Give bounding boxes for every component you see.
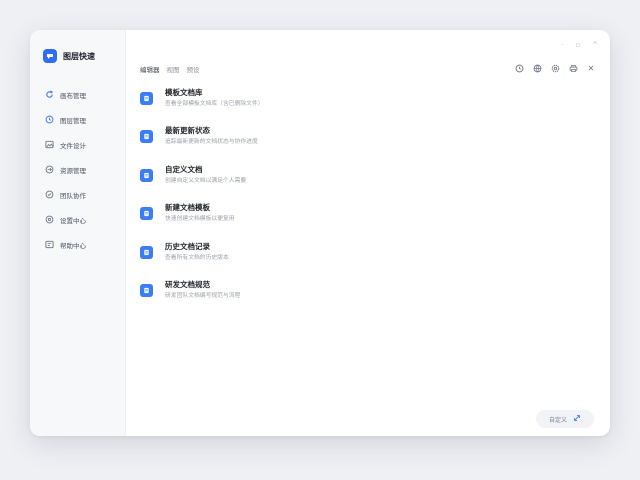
list-item[interactable]: 最新更新状态 追踪最新更新的文档状态与协作进度 bbox=[140, 126, 320, 164]
list-item[interactable]: 研发文档规范 研发团队文档编写规范与流程 bbox=[140, 280, 320, 318]
list-item-title: 模板文档库 bbox=[165, 88, 203, 97]
list-item-title: 历史文档记录 bbox=[165, 241, 210, 251]
close-icon[interactable]: ✕ bbox=[586, 63, 596, 73]
sidebar-item-files[interactable]: 文件设计 bbox=[45, 132, 86, 157]
help-icon bbox=[45, 240, 54, 249]
brand: 图层快速 bbox=[43, 49, 95, 63]
check-circle-icon bbox=[45, 190, 54, 199]
sidebar-item-label: 资源管理 bbox=[60, 166, 86, 175]
file-icon bbox=[140, 207, 153, 221]
list-item-subtitle: 查看所有文档的历史版本 bbox=[165, 254, 229, 261]
list-item[interactable]: 历史文档记录 查看所有文档的历史版本 bbox=[140, 242, 320, 280]
expand-icon bbox=[573, 414, 581, 424]
sidebar: 图层快速 画布管理 图层管理 文件设计 资源管理 团队协作 设置中心 帮助中心 bbox=[30, 30, 126, 436]
list-item-title: 新建文档模板 bbox=[165, 203, 210, 213]
sidebar-item-label: 帮助中心 bbox=[60, 241, 86, 250]
sidebar-item-layers[interactable]: 图层管理 bbox=[45, 107, 86, 132]
sidebar-item-label: 设置中心 bbox=[60, 216, 86, 225]
list-item[interactable]: 模板文档库 查看全部模板文档库（含已删除文件） bbox=[140, 88, 320, 126]
list-item-subtitle: 追踪最新更新的文档状态与协作进度 bbox=[165, 139, 258, 146]
file-icon bbox=[140, 245, 153, 259]
sidebar-item-resources[interactable]: 资源管理 bbox=[45, 157, 86, 182]
collapse-button[interactable]: ^ bbox=[592, 41, 598, 49]
list-item-subtitle: 快速创建文档模板以便复用 bbox=[165, 216, 235, 223]
app-logo-icon bbox=[43, 49, 57, 63]
list-item-title: 研发文档规范 bbox=[165, 279, 210, 289]
toolbar: ✕ bbox=[514, 63, 596, 73]
tab-bar: 编辑器 视图 预设 bbox=[140, 64, 200, 74]
app-name: 图层快速 bbox=[63, 51, 95, 61]
share-icon bbox=[45, 165, 54, 174]
tab-preset[interactable]: 预设 bbox=[187, 64, 200, 74]
maximize-button[interactable]: ▫ bbox=[575, 41, 580, 49]
customize-button-label: 自定义 bbox=[548, 416, 567, 424]
refresh-icon bbox=[45, 90, 54, 99]
gear-icon[interactable] bbox=[550, 63, 560, 73]
tab-editor[interactable]: 编辑器 bbox=[140, 64, 160, 74]
printer-icon[interactable] bbox=[568, 63, 578, 73]
sidebar-item-help[interactable]: 帮助中心 bbox=[45, 232, 86, 257]
file-icon bbox=[140, 130, 153, 144]
minimize-button[interactable]: · bbox=[561, 41, 563, 49]
document-list: 模板文档库 查看全部模板文档库（含已删除文件） 最新更新状态 追踪最新更新的文档… bbox=[140, 88, 320, 318]
globe-icon[interactable] bbox=[532, 63, 542, 73]
list-item-subtitle: 研发团队文档编写规范与流程 bbox=[165, 292, 241, 299]
list-item-subtitle: 创建自定义文档以满足个人需要 bbox=[165, 177, 247, 184]
sidebar-item-settings[interactable]: 设置中心 bbox=[45, 207, 86, 232]
app-window: 图层快速 画布管理 图层管理 文件设计 资源管理 团队协作 设置中心 帮助中心 … bbox=[30, 30, 610, 436]
file-icon bbox=[140, 168, 153, 182]
sidebar-item-label: 图层管理 bbox=[60, 116, 86, 125]
sidebar-item-label: 团队协作 bbox=[60, 191, 86, 200]
list-item-subtitle: 查看全部模板文档库（含已删除文件） bbox=[165, 101, 264, 107]
sidebar-item-label: 画布管理 bbox=[60, 91, 86, 100]
list-item[interactable]: 新建文档模板 快速创建文档模板以便复用 bbox=[140, 203, 320, 241]
window-controls: · ▫ ^ bbox=[561, 41, 598, 49]
clock-icon bbox=[45, 115, 54, 124]
file-icon bbox=[140, 92, 153, 105]
list-item-title: 自定义文档 bbox=[165, 164, 203, 174]
list-item-title: 最新更新状态 bbox=[165, 126, 210, 136]
tab-view[interactable]: 视图 bbox=[167, 64, 180, 74]
list-item[interactable]: 自定义文档 创建自定义文档以满足个人需要 bbox=[140, 165, 320, 203]
sidebar-nav: 画布管理 图层管理 文件设计 资源管理 团队协作 设置中心 帮助中心 bbox=[45, 82, 86, 257]
sidebar-item-label: 文件设计 bbox=[60, 141, 86, 150]
file-icon bbox=[140, 283, 153, 297]
customize-button[interactable]: 自定义 bbox=[536, 410, 594, 428]
image-icon bbox=[45, 140, 54, 149]
sidebar-item-team[interactable]: 团队协作 bbox=[45, 182, 86, 207]
sidebar-item-canvas[interactable]: 画布管理 bbox=[45, 82, 86, 107]
clock-icon[interactable] bbox=[514, 63, 524, 73]
settings-icon bbox=[45, 215, 54, 224]
